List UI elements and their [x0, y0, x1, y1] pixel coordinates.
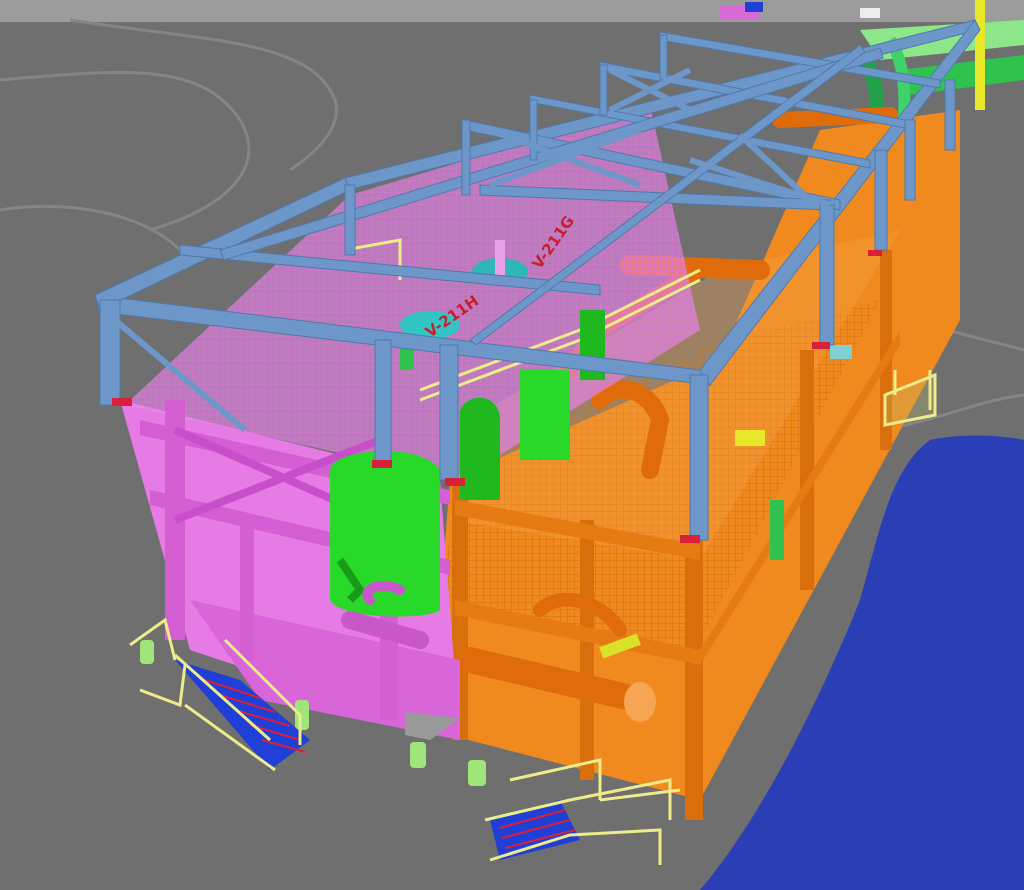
3d-viewport[interactable]: V-211H V-211G: [0, 0, 1024, 890]
pipe-flange: [624, 682, 656, 722]
